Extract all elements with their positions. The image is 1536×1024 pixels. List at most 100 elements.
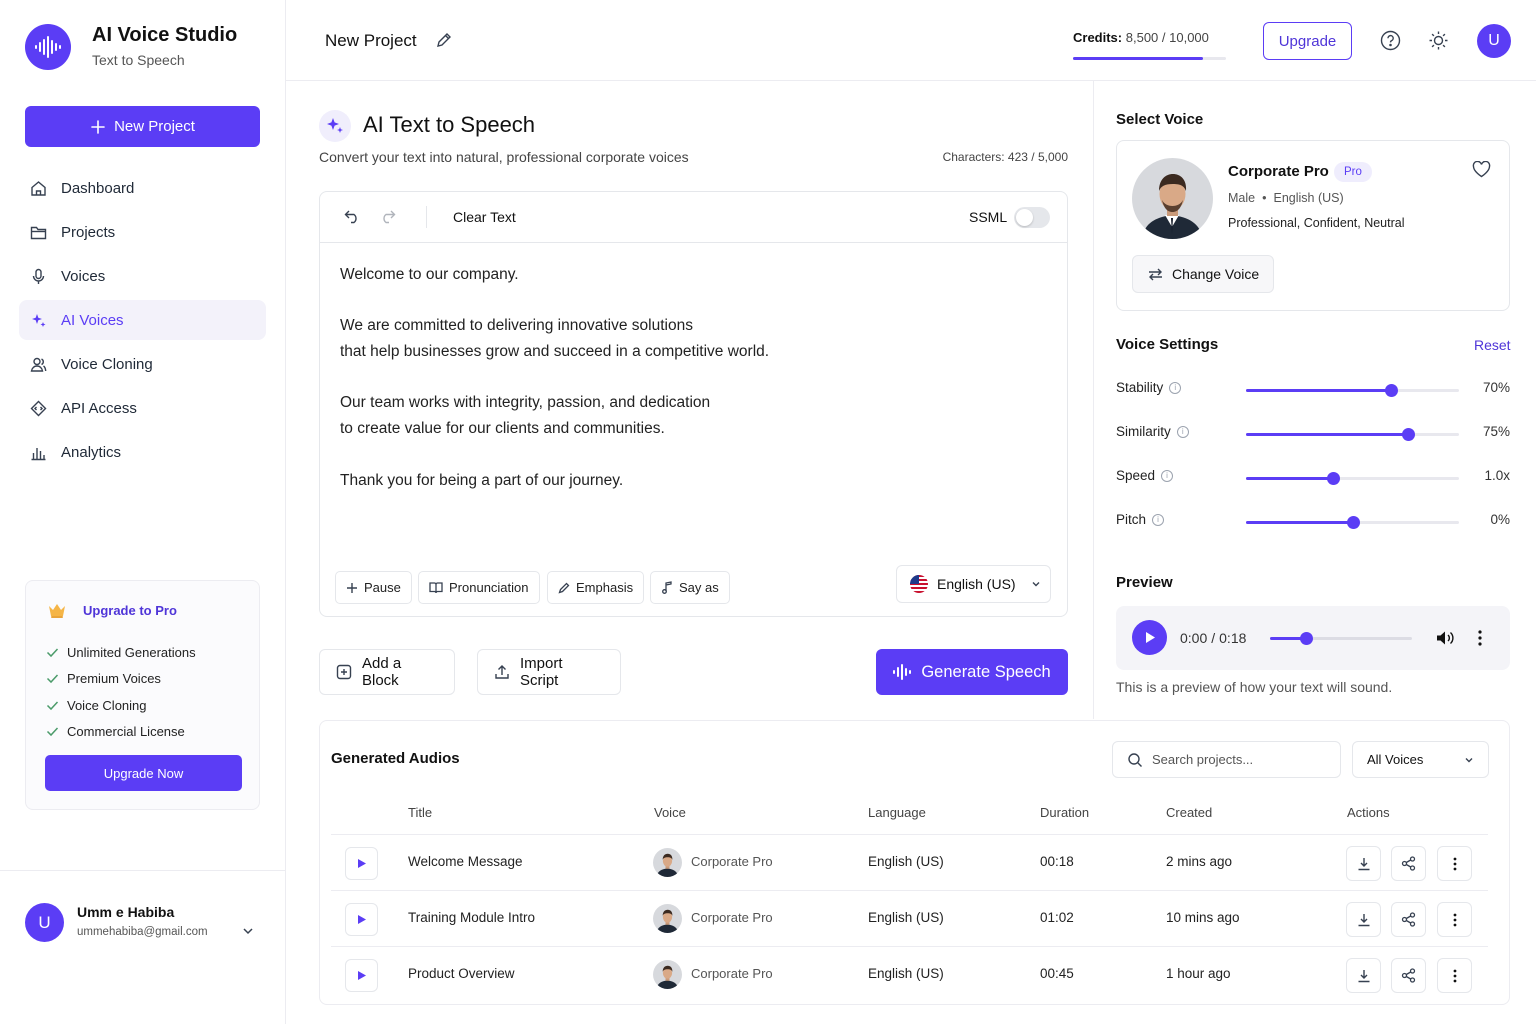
play-icon — [357, 915, 366, 924]
upgrade-promo-card: Upgrade to Pro Unlimited Generations Pre… — [25, 580, 260, 810]
sidebar-item-voices[interactable]: Voices — [19, 256, 266, 296]
script-textarea[interactable]: Welcome to our company. We are committed… — [340, 262, 1040, 493]
import-script-button[interactable]: Import Script — [477, 649, 621, 695]
sidebar-item-projects[interactable]: Projects — [19, 212, 266, 252]
share-button[interactable] — [1391, 846, 1426, 881]
info-icon[interactable]: i — [1176, 425, 1189, 438]
stability-slider[interactable] — [1246, 384, 1459, 397]
credits-label: Credits: — [1073, 30, 1123, 45]
pronunciation-chip[interactable]: Pronunciation — [418, 571, 540, 604]
pause-chip-label: Pause — [364, 580, 401, 595]
volume-icon[interactable] — [1436, 630, 1454, 646]
generated-audios-title: Generated Audios — [331, 750, 460, 767]
sidebar-item-analytics[interactable]: Analytics — [19, 432, 266, 472]
app-subtitle: Text to Speech — [92, 52, 185, 68]
undo-icon[interactable] — [344, 209, 361, 224]
voice-filter-value: All Voices — [1367, 752, 1424, 767]
sidebar-item-api-access[interactable]: API Access — [19, 388, 266, 428]
sidebar-item-voice-cloning[interactable]: Voice Cloning — [19, 344, 266, 384]
download-button[interactable] — [1346, 846, 1381, 881]
pitch-slider[interactable] — [1246, 516, 1459, 529]
download-button[interactable] — [1346, 958, 1381, 993]
player-progress-track[interactable] — [1270, 632, 1412, 645]
promo-feature: Commercial License — [46, 719, 196, 746]
script-line: We are committed to delivering innovativ… — [340, 317, 693, 335]
more-vertical-icon — [1453, 969, 1456, 982]
pencil-icon[interactable] — [436, 32, 452, 48]
player-progress-thumb[interactable] — [1299, 632, 1313, 645]
row-voice: Corporate Pro — [691, 910, 773, 925]
column-header-actions: Actions — [1347, 805, 1390, 820]
slider-thumb[interactable] — [1346, 516, 1360, 529]
sidebar-item-dashboard[interactable]: Dashboard — [19, 168, 266, 208]
waveform-logo-icon — [25, 24, 71, 70]
change-voice-button[interactable]: Change Voice — [1132, 255, 1274, 293]
slider-thumb[interactable] — [1327, 472, 1341, 485]
play-button[interactable] — [1132, 620, 1167, 655]
share-button[interactable] — [1391, 958, 1426, 993]
search-placeholder: Search projects... — [1152, 752, 1254, 767]
slider-thumb[interactable] — [1384, 384, 1398, 397]
more-vertical-icon[interactable] — [1478, 630, 1482, 646]
similarity-slider[interactable] — [1246, 428, 1459, 441]
column-header-created: Created — [1166, 805, 1213, 820]
info-icon[interactable]: i — [1169, 381, 1182, 394]
pen-icon — [558, 582, 570, 594]
voice-avatar — [653, 960, 682, 989]
row-play-button[interactable] — [345, 959, 378, 992]
similarity-value: 75% — [1482, 424, 1510, 439]
music-note-icon — [661, 581, 673, 594]
generate-speech-button[interactable]: Generate Speech — [876, 649, 1068, 695]
pause-chip[interactable]: Pause — [335, 571, 412, 604]
play-icon — [357, 971, 366, 980]
slider-thumb[interactable] — [1401, 428, 1415, 441]
sidebar-item-ai-voices[interactable]: AI Voices — [19, 300, 266, 340]
share-button[interactable] — [1391, 902, 1426, 937]
more-button[interactable] — [1437, 902, 1472, 937]
heart-icon[interactable] — [1472, 161, 1491, 178]
script-line: that help businesses grow and succeed in… — [340, 343, 770, 361]
row-voice: Corporate Pro — [691, 854, 773, 869]
say-as-chip[interactable]: Say as — [650, 571, 730, 604]
new-project-button[interactable]: New Project — [25, 106, 260, 147]
search-input[interactable]: Search projects... — [1112, 741, 1341, 778]
more-button[interactable] — [1437, 958, 1472, 993]
say-as-chip-label: Say as — [679, 580, 719, 595]
redo-icon[interactable] — [379, 209, 396, 224]
more-button[interactable] — [1437, 846, 1472, 881]
more-vertical-icon — [1453, 857, 1456, 870]
share-icon — [1401, 968, 1416, 983]
check-icon — [46, 646, 59, 659]
row-play-button[interactable] — [345, 847, 378, 880]
info-icon[interactable]: i — [1152, 513, 1165, 526]
voice-filter-select[interactable]: All Voices — [1352, 741, 1489, 778]
swap-icon — [1148, 268, 1163, 281]
voice-name: Corporate Pro — [1228, 163, 1329, 180]
ssml-toggle[interactable] — [1014, 207, 1050, 228]
clear-text-button[interactable]: Clear Text — [453, 209, 516, 225]
help-icon[interactable] — [1380, 30, 1401, 51]
voice-settings-title: Voice Settings — [1116, 336, 1219, 353]
upgrade-button[interactable]: Upgrade — [1263, 22, 1352, 60]
download-button[interactable] — [1346, 902, 1381, 937]
emphasis-chip[interactable]: Emphasis — [547, 571, 645, 604]
reset-button[interactable]: Reset — [1474, 337, 1511, 353]
add-block-button[interactable]: Add a Block — [319, 649, 455, 695]
voice-traits: Professional, Confident, Neutral — [1228, 216, 1405, 230]
upgrade-now-button[interactable]: Upgrade Now — [45, 755, 242, 791]
chevron-down-icon[interactable] — [242, 925, 254, 937]
sun-icon[interactable] — [1428, 30, 1449, 51]
language-select[interactable]: English (US) — [896, 565, 1051, 603]
speed-slider[interactable] — [1246, 472, 1459, 485]
app-title: AI Voice Studio — [92, 24, 238, 46]
table-row: Welcome Message Corporate Pro English (U… — [331, 834, 1488, 890]
search-icon — [1127, 752, 1143, 768]
row-play-button[interactable] — [345, 903, 378, 936]
script-line: Thank you for being a part of our journe… — [340, 471, 624, 489]
script-line: Welcome to our company. — [340, 266, 519, 283]
user-avatar[interactable]: U — [25, 903, 64, 942]
crown-icon — [47, 601, 67, 619]
info-icon[interactable]: i — [1161, 469, 1174, 482]
header-avatar[interactable]: U — [1477, 24, 1511, 58]
pitch-slider-row: Pitch i 0% — [1116, 512, 1510, 532]
